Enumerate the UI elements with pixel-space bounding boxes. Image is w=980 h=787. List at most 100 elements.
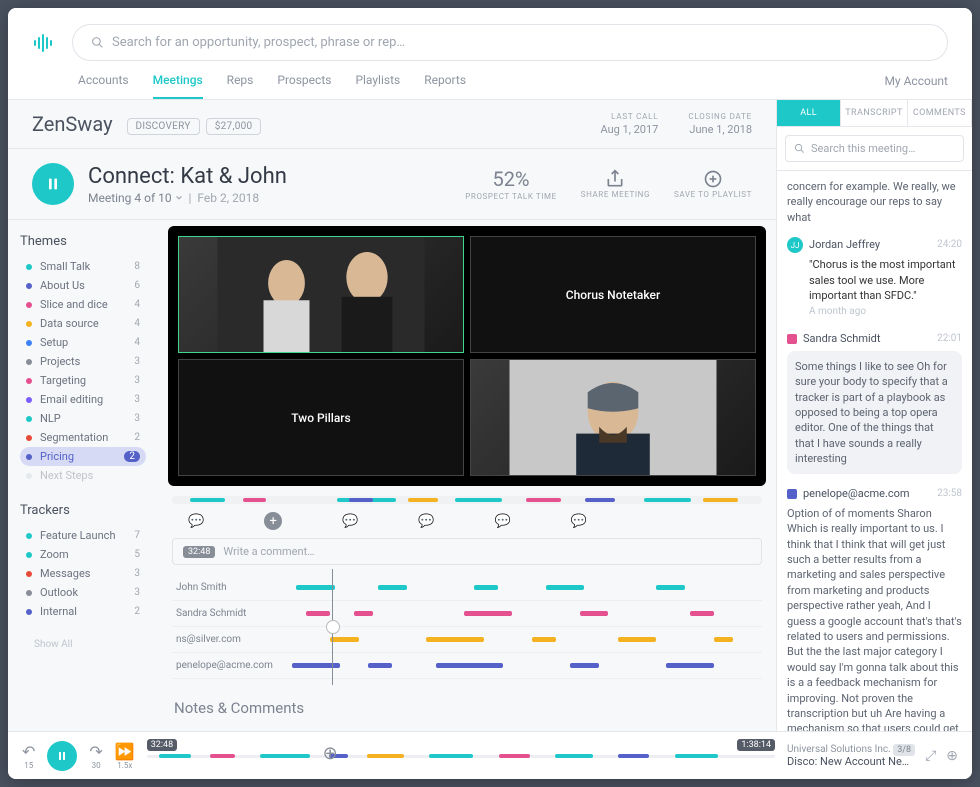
sidebar-item-outlook[interactable]: Outlook3 [20,583,146,602]
sidebar-item-projects[interactable]: Projects3 [20,352,146,371]
sidebar-item-messages[interactable]: Messages3 [20,564,146,583]
comment-marker-icon: 💬 [495,514,511,529]
add-icon[interactable]: ⊕ [946,748,958,764]
meeting-date: Feb 2, 2018 [197,191,259,205]
account-name: ZenSway [32,112,113,136]
panel-tab-comments[interactable]: COMMENTS [908,100,972,126]
video-grid: Chorus Notetaker Two Pillars [168,226,766,486]
speaker-track[interactable]: John Smith [172,575,762,601]
show-all-link[interactable]: Show All [20,639,146,650]
sidebar-item-pricing[interactable]: Pricing2 [20,447,146,466]
forward-30-button[interactable]: ↷ 30 [89,742,102,770]
color-dot [26,378,32,384]
search-icon [91,36,104,49]
trackers-heading: Trackers [20,503,146,518]
plus-circle-icon [703,169,723,189]
search-icon [794,143,805,154]
notes-heading: Notes & Comments [174,699,760,717]
video-tile-3[interactable]: Two Pillars [178,359,464,476]
color-dot [26,533,32,539]
transcript-entry[interactable]: penelope@acme.com23:58Option of of momen… [787,486,962,731]
forward-icon: ↷ [89,742,102,761]
sidebar-item-next-steps[interactable]: Next Steps [20,466,146,485]
sidebar-item-email-editing[interactable]: Email editing3 [20,390,146,409]
nav-tab-reports[interactable]: Reports [424,73,466,99]
speaker-track[interactable]: ns@silver.com [172,627,762,653]
talk-time-stat: 52% PROSPECT TALK TIME [465,167,556,201]
meeting-search-input[interactable]: Search this meeting… [785,135,964,162]
video-tile-4[interactable] [470,359,756,476]
share-meeting-button[interactable]: SHARE MEETING [581,167,650,201]
color-dot [26,435,32,441]
themes-heading: Themes [20,234,146,249]
color-dot [26,609,32,615]
footer-meeting-title: Disco: New Account Ne… [787,755,915,768]
expand-icon[interactable]: ⤢ [925,748,936,764]
sidebar-item-small-talk[interactable]: Small Talk8 [20,257,146,276]
sidebar-item-data-source[interactable]: Data source4 [20,314,146,333]
comment-timestamp: 32:48 [183,546,215,558]
playbar-add-marker[interactable]: ⊕ [323,743,338,764]
rewind-15-button[interactable]: ↶ 15 [22,742,35,770]
transcript-entry[interactable]: JJJordan Jeffrey24:20"Chorus is the most… [787,237,962,319]
account-badge: DISCOVERY [127,118,200,135]
speed-button[interactable]: ⏩ 1.5x [115,742,135,770]
main-timeline[interactable]: 32:48 1:38:14 ⊕ [147,741,775,771]
sidebar-item-internal[interactable]: Internal2 [20,602,146,621]
mini-timeline[interactable] [172,496,762,504]
speaker-color [787,334,797,344]
meeting-index: Meeting 4 of 10 [88,191,172,205]
sidebar-item-segmentation[interactable]: Segmentation2 [20,428,146,447]
global-search-input[interactable]: Search for an opportunity, prospect, phr… [72,24,948,61]
panel-tab-transcript[interactable]: TRANSCRIPT [841,100,907,126]
comment-marker-icon: 💬 [418,514,434,529]
playhead[interactable] [332,569,333,685]
footer-org: Universal Solutions Inc. [787,744,891,755]
sidebar-item-setup[interactable]: Setup4 [20,333,146,352]
speaker-track[interactable]: penelope@acme.com [172,653,762,679]
play-pause-button[interactable] [32,163,74,205]
transcript-snippet: concern for example. We really, we reall… [787,179,962,225]
nav-tab-prospects[interactable]: Prospects [277,73,331,99]
nav-tab-reps[interactable]: Reps [227,73,254,99]
nav-tab-accounts[interactable]: Accounts [78,73,129,99]
save-playlist-button[interactable]: SAVE TO PLAYLIST [674,167,752,201]
video-tile-2[interactable]: Chorus Notetaker [470,236,756,353]
color-dot [26,473,32,479]
panel-tab-all[interactable]: ALL [777,100,841,126]
color-dot [26,397,32,403]
color-dot [26,571,32,577]
color-dot [26,552,32,558]
color-dot [26,359,32,365]
nav-tab-playlists[interactable]: Playlists [355,73,400,99]
meeting-title: Connect: Kat & John [88,164,451,189]
color-dot [26,283,32,289]
color-dot [26,590,32,596]
comment-marker-icon: 💬 [188,514,204,529]
sidebar-item-about-us[interactable]: About Us6 [20,276,146,295]
footer-count: 3/8 [893,744,915,756]
app-logo[interactable] [32,31,56,55]
comment-marker-icon: 💬 [342,514,358,529]
share-icon [605,169,625,189]
sidebar-item-zoom[interactable]: Zoom5 [20,545,146,564]
color-dot [26,454,32,460]
my-account-link[interactable]: My Account [884,74,948,98]
video-tile-1[interactable] [178,236,464,353]
speaker-color [787,489,797,499]
nav-tab-meetings[interactable]: Meetings [153,73,203,99]
playbar-play-button[interactable] [47,741,77,771]
avatar: JJ [787,237,803,253]
speaker-track[interactable]: Sandra Schmidt [172,601,762,627]
add-comment-marker[interactable]: + [264,512,282,530]
account-badge: $27,000 [206,118,262,135]
color-dot [26,416,32,422]
transcript-entry[interactable]: Sandra Schmidt22:01Some things I like to… [787,331,962,474]
sidebar-item-nlp[interactable]: NLP3 [20,409,146,428]
sidebar-item-slice-and-dice[interactable]: Slice and dice4 [20,295,146,314]
sidebar-item-feature-launch[interactable]: Feature Launch7 [20,526,146,545]
rewind-icon: ↶ [22,742,35,761]
comment-input[interactable]: 32:48 Write a comment… [172,538,762,565]
speed-icon: ⏩ [115,742,135,761]
sidebar-item-targeting[interactable]: Targeting3 [20,371,146,390]
